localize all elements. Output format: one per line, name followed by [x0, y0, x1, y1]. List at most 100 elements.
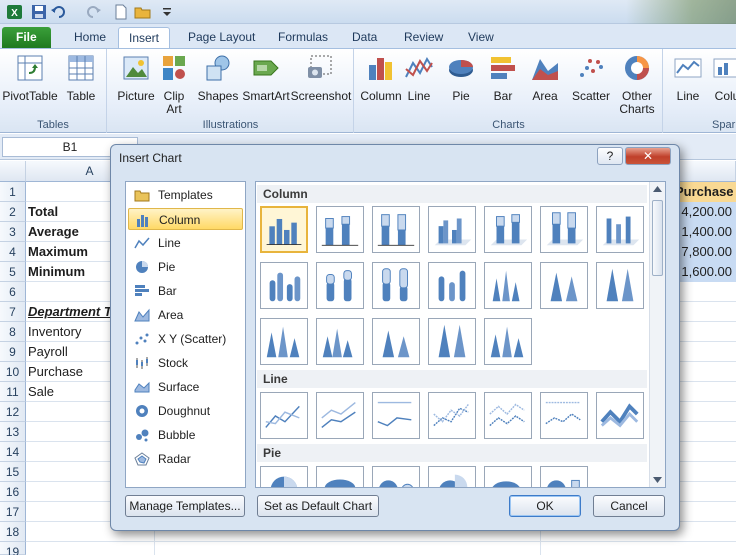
clustered-pyramid-thumb[interactable]: [316, 318, 364, 365]
row-header[interactable]: 18: [0, 522, 26, 542]
line-chart-button[interactable]: Line: [399, 53, 439, 103]
percent-stacked-cone-thumb[interactable]: [596, 262, 644, 309]
row-header[interactable]: 19: [0, 542, 26, 555]
row-header[interactable]: 6: [0, 282, 26, 302]
chart-type-radar[interactable]: Radar: [128, 448, 243, 470]
3d-pie-thumb[interactable]: [316, 466, 364, 487]
pie-of-pie-thumb[interactable]: [372, 466, 420, 487]
3d-cone-thumb[interactable]: [260, 318, 308, 365]
select-all-corner[interactable]: [0, 161, 26, 182]
cell-purchase-header[interactable]: Purchase: [675, 182, 736, 202]
stacked-line-markers-thumb[interactable]: [484, 392, 532, 439]
scroll-thumb[interactable]: [652, 200, 663, 276]
percent-stacked-cylinder-thumb[interactable]: [372, 262, 420, 309]
chart-type-bubble[interactable]: Bubble: [128, 424, 243, 446]
pie-chart-button[interactable]: Pie: [441, 53, 481, 103]
gallery-scrollbar[interactable]: [649, 182, 665, 487]
3d-column-thumb[interactable]: [596, 206, 644, 253]
3d-line-thumb[interactable]: [596, 392, 644, 439]
help-button[interactable]: ?: [597, 147, 623, 165]
3d-exploded-pie-thumb[interactable]: [484, 466, 532, 487]
chart-type-surface[interactable]: Surface: [128, 376, 243, 398]
row-header[interactable]: 17: [0, 502, 26, 522]
stacked-pyramid-thumb[interactable]: [372, 318, 420, 365]
tab-home[interactable]: Home: [64, 27, 116, 48]
row-header[interactable]: 4: [0, 242, 26, 262]
close-button[interactable]: ✕: [625, 147, 671, 165]
row-header[interactable]: 1: [0, 182, 26, 202]
tab-data[interactable]: Data: [342, 27, 387, 48]
shapes-button[interactable]: Shapes: [192, 53, 244, 103]
table-button[interactable]: Table: [58, 53, 104, 103]
cell-a9[interactable]: Payroll: [28, 342, 68, 362]
new-icon[interactable]: [112, 3, 130, 21]
cell-purchase-maximum[interactable]: 7,800.00: [675, 242, 736, 262]
set-default-chart-button[interactable]: Set as Default Chart: [257, 495, 379, 517]
screenshot-button[interactable]: Screenshot: [290, 53, 352, 103]
chart-type-bar[interactable]: Bar: [128, 280, 243, 302]
scroll-down-icon[interactable]: [653, 477, 662, 483]
percent-line-markers-thumb[interactable]: [540, 392, 588, 439]
row-header[interactable]: 12: [0, 402, 26, 422]
percent-stacked-pyramid-thumb[interactable]: [428, 318, 476, 365]
customize-icon[interactable]: [158, 3, 176, 21]
3d-percent-stacked-column-thumb[interactable]: [540, 206, 588, 253]
cell-a5[interactable]: Minimum: [28, 262, 85, 282]
cell-a10[interactable]: Purchase: [28, 362, 83, 382]
sparkline-line-button[interactable]: Line: [668, 53, 708, 103]
scroll-up-icon[interactable]: [653, 186, 662, 192]
row-header[interactable]: 13: [0, 422, 26, 442]
row-header[interactable]: 14: [0, 442, 26, 462]
row-header[interactable]: 5: [0, 262, 26, 282]
chart-type-pie[interactable]: Pie: [128, 256, 243, 278]
line-markers-thumb[interactable]: [428, 392, 476, 439]
other-charts-button[interactable]: Other Charts: [613, 53, 661, 116]
chart-type-stock[interactable]: Stock: [128, 352, 243, 374]
percent-stacked-line-thumb[interactable]: [372, 392, 420, 439]
stacked-cone-thumb[interactable]: [540, 262, 588, 309]
chart-type-scatter[interactable]: X Y (Scatter): [128, 328, 243, 350]
cell-purchase-minimum[interactable]: 1,600.00: [675, 262, 736, 282]
clustered-cylinder-thumb[interactable]: [260, 262, 308, 309]
undo-icon[interactable]: [50, 3, 68, 21]
3d-cylinder-thumb[interactable]: [428, 262, 476, 309]
smartart-button[interactable]: SmartArt: [238, 53, 294, 103]
cell-a11[interactable]: Sale: [28, 382, 54, 402]
row-header[interactable]: 11: [0, 382, 26, 402]
row-header[interactable]: 2: [0, 202, 26, 222]
percent-stacked-column-thumb[interactable]: [372, 206, 420, 253]
clipart-button[interactable]: Clip Art: [154, 53, 194, 116]
row-header[interactable]: 7: [0, 302, 26, 322]
bar-of-pie-thumb[interactable]: [540, 466, 588, 487]
chart-type-doughnut[interactable]: Doughnut: [128, 400, 243, 422]
cell-a3[interactable]: Average: [28, 222, 79, 242]
row-header[interactable]: 15: [0, 462, 26, 482]
tab-file[interactable]: File: [2, 27, 51, 48]
clustered-cone-thumb[interactable]: [484, 262, 532, 309]
chart-type-line[interactable]: Line: [128, 232, 243, 254]
chart-type-templates[interactable]: Templates: [128, 184, 243, 206]
chart-type-area[interactable]: Area: [128, 304, 243, 326]
exploded-pie-thumb[interactable]: [428, 466, 476, 487]
cell-purchase-average[interactable]: 1,400.00: [675, 222, 736, 242]
stacked-line-thumb[interactable]: [316, 392, 364, 439]
cell-a2[interactable]: Total: [28, 202, 58, 222]
save-icon[interactable]: [30, 3, 48, 21]
cancel-button[interactable]: Cancel: [593, 495, 665, 517]
3d-clustered-column-thumb[interactable]: [428, 206, 476, 253]
row-header[interactable]: 8: [0, 322, 26, 342]
3d-pyramid-thumb[interactable]: [484, 318, 532, 365]
manage-templates-button[interactable]: Manage Templates...: [125, 495, 245, 517]
area-chart-button[interactable]: Area: [525, 53, 565, 103]
cell-a7[interactable]: Department T: [28, 302, 112, 322]
tab-page-layout[interactable]: Page Layout: [178, 27, 265, 48]
ok-button[interactable]: OK: [509, 495, 581, 517]
open-icon[interactable]: [134, 3, 152, 21]
row-header[interactable]: 3: [0, 222, 26, 242]
sparkline-column-button[interactable]: Colu: [710, 53, 736, 103]
pie-thumb[interactable]: [260, 466, 308, 487]
cell-a4[interactable]: Maximum: [28, 242, 88, 262]
cell-purchase-total[interactable]: 4,200.00: [675, 202, 736, 222]
row-header[interactable]: 16: [0, 482, 26, 502]
scatter-chart-button[interactable]: Scatter: [567, 53, 615, 103]
